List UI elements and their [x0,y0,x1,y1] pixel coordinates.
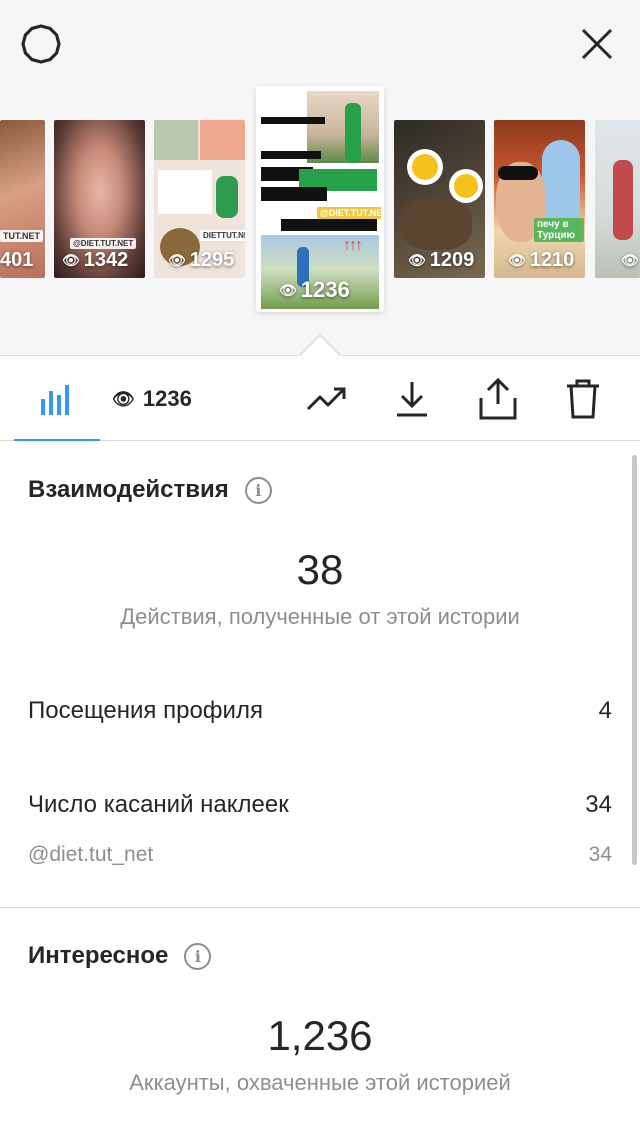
story-view-count: 👁 1295 [168,249,235,271]
close-icon [581,28,613,60]
story-view-count: 👁 1209 [408,249,475,271]
story-action-bar: 👁 1236 [0,355,640,441]
share-button[interactable] [472,356,524,442]
stat-label: @diet.tut_net [28,843,154,866]
section-title: Интересное [28,942,169,969]
promote-button[interactable] [304,356,352,442]
trash-icon [567,379,599,419]
story-thumbnail[interactable]: 👁1 [595,120,640,278]
interactions-total: 38 [296,546,344,593]
stat-row-sticker-taps: Число касаний наклеек 34 [28,791,612,819]
info-icon[interactable]: i [244,476,272,504]
eye-icon: 👁 [168,252,186,268]
viewers-count[interactable]: 👁 1236 [112,356,222,442]
gear-icon [21,24,61,64]
story-thumbnail[interactable]: печу в Турцию 👁 1210 [494,120,585,278]
story-view-count: 401 [0,249,34,271]
eye-icon: 👁 [279,281,297,298]
selection-pointer [300,334,340,356]
share-icon [479,378,517,420]
interactions-header: Взаимодействия i [28,476,272,504]
story-thumbnail[interactable]: @DIET.TUT.NET 👁 1342 [54,120,145,278]
download-icon [397,382,427,417]
interactions-caption: Действия, полученные от этой истории [120,604,520,629]
story-thumbnail[interactable]: TUT.NET 401 [0,120,45,278]
story-view-count: 👁 1236 [279,277,350,302]
discovery-header: Интересное i [28,942,212,970]
story-thumbnail[interactable]: 👁 1209 [394,120,485,278]
stat-value: 34 [585,791,612,818]
settings-button[interactable] [17,20,65,68]
story-thumbnail[interactable]: DIETTUT.NET 👁1295 [154,120,245,278]
discovery-caption: Аккаунты, охваченные этой историей [129,1070,511,1095]
bar-chart-icon [41,385,69,415]
eye-icon: 👁 [408,252,426,268]
eye-icon: 👁 [62,252,80,268]
section-divider [0,907,640,908]
tab-insights[interactable] [14,356,100,442]
story-thumbnail-selected[interactable]: @DIET.TUT.NET ↑↑↑ 👁 1236 [256,86,384,312]
close-button[interactable] [573,20,621,68]
stat-value: 34 [588,843,612,866]
download-button[interactable] [388,356,436,442]
view-count-value: 1236 [142,386,192,411]
info-icon[interactable]: i [184,942,212,970]
section-title: Взаимодействия [28,476,229,503]
story-view-count: 👁 1342 [62,249,129,271]
trending-up-icon [306,387,346,411]
story-view-count: 👁 1210 [508,249,575,271]
story-tag: @DIET.TUT.NET [317,207,381,219]
stat-row-profile-visits: Посещения профиля 4 [28,697,612,725]
stat-row-sticker-mention: @diet.tut_net 34 [28,843,612,867]
story-view-count: 👁1 [621,249,640,272]
story-caption: печу в Турцию [534,218,584,242]
eye-icon: 👁 [112,388,135,409]
discovery-total: 1,236 [267,1012,373,1059]
story-header-area: TUT.NET 401 @DIET.TUT.NET 👁 1342 DIETTUT.… [0,0,640,355]
stat-value: 4 [598,697,612,724]
story-tag: TUT.NET [0,230,43,242]
stat-label: Посещения профиля [28,697,263,724]
eye-icon: 👁 [508,252,526,268]
stat-label: Число касаний наклеек [28,791,289,818]
story-tag: DIETTUT.NET [200,230,245,241]
eye-icon: 👁 [621,252,639,268]
story-thumbnails: TUT.NET 401 @DIET.TUT.NET 👁 1342 DIETTUT.… [0,86,640,316]
story-tag: @DIET.TUT.NET [70,238,137,249]
active-tab-indicator [14,439,100,441]
delete-button[interactable] [558,356,608,442]
scrollbar[interactable] [632,455,637,865]
